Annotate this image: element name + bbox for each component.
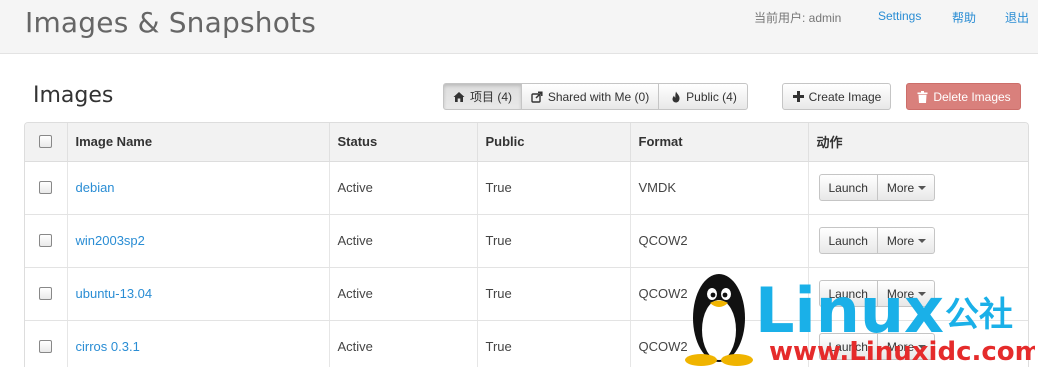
public-cell: True [477,267,631,321]
status-cell: Active [329,267,478,321]
image-name-link[interactable]: cirros 0.3.1 [76,339,140,354]
column-header-name[interactable]: Image Name [67,123,330,162]
column-header-actions: 动作 [808,123,1028,162]
home-icon [453,90,466,103]
status-cell: Active [329,161,478,215]
tux-penguin-icon [685,274,753,366]
column-header-status[interactable]: Status [329,123,478,162]
tab-project[interactable]: 项目 (4) [443,83,522,110]
tab-public[interactable]: Public (4) [658,83,748,110]
image-name-cell: debian [67,161,330,215]
image-name-cell: win2003sp2 [67,214,330,268]
row-select-cell [25,214,68,268]
image-name-cell: cirros 0.3.1 [67,320,330,367]
format-cell: VMDK [630,161,809,215]
table-row: debian Active True VMDK Launch More [25,161,1028,215]
status-cell: Active [329,320,478,367]
image-name-link[interactable]: debian [76,180,115,195]
public-cell: True [477,161,631,215]
format-cell: QCOW2 [630,214,809,268]
image-name-cell: ubuntu-13.04 [67,267,330,321]
column-header-format[interactable]: Format [630,123,809,162]
row-select-cell [25,267,68,321]
delete-images-button[interactable]: Delete Images [906,83,1021,110]
select-all-cell [25,123,68,162]
row-select-cell [25,161,68,215]
more-label: More [886,180,915,195]
current-user-label: 当前用户: admin [754,11,842,25]
share-icon [531,90,544,103]
column-header-public[interactable]: Public [477,123,631,162]
row-action-group: Launch More [818,174,936,201]
tab-project-label: 项目 (4) [469,90,512,104]
delete-images-label: Delete Images [933,89,1011,104]
logout-link[interactable]: 退出 [1005,9,1029,26]
table-row: win2003sp2 Active True QCOW2 Launch More [25,214,1028,268]
tab-shared-with-me[interactable]: Shared with Me (0) [521,83,659,110]
create-image-button[interactable]: Create Image [782,83,891,110]
fire-icon [669,90,682,103]
page-title: Images & Snapshots [25,6,316,39]
tab-public-label: Public (4) [686,89,737,104]
help-link[interactable]: 帮助 [952,9,976,26]
section-title: Images [33,83,114,108]
more-label: More [886,233,915,248]
public-cell: True [477,214,631,268]
watermark-suffix: 公社 [945,295,1013,335]
launch-button[interactable]: Launch [818,174,878,201]
public-cell: True [477,320,631,367]
select-all-checkbox[interactable] [39,135,52,149]
caret-down-icon [918,185,927,190]
row-checkbox[interactable] [39,340,52,353]
caret-down-icon [918,238,927,243]
more-dropdown-button[interactable]: More [877,174,936,201]
row-action-group: Launch More [818,227,936,254]
actions-cell: Launch More [808,214,1028,268]
more-dropdown-button[interactable]: More [877,227,936,254]
launch-button[interactable]: Launch [818,227,878,254]
trash-icon [916,90,929,103]
table-header-row: Image Name Status Public Format 动作 [25,123,1028,162]
status-cell: Active [329,214,478,268]
plus-icon [792,90,805,103]
actions-cell: Launch More [808,161,1028,215]
row-checkbox[interactable] [39,287,52,300]
row-select-cell [25,320,68,367]
row-checkbox[interactable] [39,234,52,247]
create-image-label: Create Image [808,89,882,104]
row-checkbox[interactable] [39,181,52,194]
watermark-url: www.Linuxidc.com [769,337,1035,367]
linuxidc-watermark-logo: Linux 公社 www.Linuxidc.com [685,274,1035,367]
image-name-link[interactable]: ubuntu-13.04 [76,286,153,301]
tab-shared-label: Shared with Me (0) [547,89,650,104]
top-header: Images & Snapshots 当前用户: admin Settings … [0,0,1038,54]
image-name-link[interactable]: win2003sp2 [76,233,145,248]
settings-link[interactable]: Settings [878,9,921,23]
